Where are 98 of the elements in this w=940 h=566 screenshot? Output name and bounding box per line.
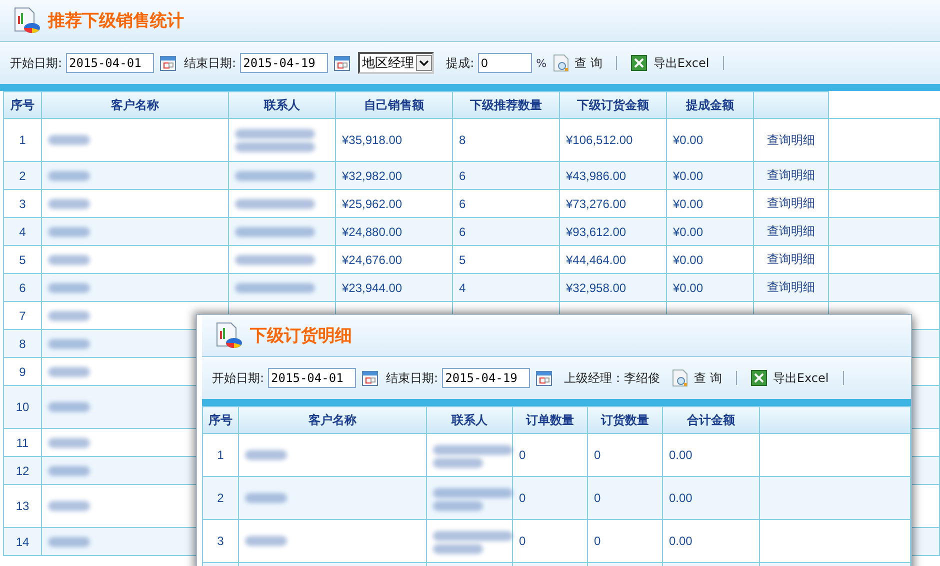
table-cell: ¥0.00 — [673, 168, 704, 182]
table-cell: 2 — [202, 476, 238, 520]
blurred-contact — [433, 544, 483, 554]
calendar-icon[interactable] — [334, 55, 350, 71]
column-header: 提成金额 — [666, 92, 754, 118]
blurred-name — [48, 536, 90, 546]
table-cell: 4 — [459, 280, 466, 294]
blurred-name — [48, 338, 90, 348]
table-cell: ¥0.00 — [673, 224, 704, 238]
table-cell: ¥0.00 — [673, 133, 704, 147]
table-cell: ¥93,612.00 — [566, 224, 626, 238]
start-date-label: 开始日期: — [212, 370, 264, 386]
calendar-icon[interactable] — [536, 370, 552, 386]
manager-label: 上级经理：李绍俊 — [564, 370, 660, 386]
blurred-name — [48, 310, 90, 320]
column-header: 下级推荐数量 — [452, 92, 560, 118]
column-header: 下级订货金额 — [560, 92, 666, 118]
blurred-name — [48, 170, 90, 180]
blurred-name — [245, 450, 287, 460]
column-header: 客户名称 — [42, 92, 228, 118]
percent-sign: % — [536, 56, 547, 70]
chart-document-icon — [12, 6, 42, 36]
blurred-name — [48, 466, 90, 476]
table-cell: 6 — [459, 168, 466, 182]
table-cell: 5 — [459, 252, 466, 266]
table-cell: ¥23,944.00 — [342, 280, 402, 294]
table-cell: ¥0.00 — [673, 280, 704, 294]
table-cell: 14 — [4, 528, 42, 556]
end-date-label: 结束日期: — [386, 370, 438, 386]
column-header: 订单数量 — [512, 406, 588, 434]
search-icon[interactable] — [552, 54, 569, 72]
table-cell: ¥35,918.00 — [342, 133, 402, 147]
table-cell: 4 — [4, 218, 42, 246]
table-cell: 0 — [512, 476, 588, 520]
table-cell: ¥32,982.00 — [342, 168, 402, 182]
dialog-title: 下级订货明细 — [250, 325, 352, 347]
blurred-name — [48, 501, 90, 511]
table-cell: ¥106,512.00 — [566, 133, 633, 147]
spreadsheet-icon[interactable] — [631, 55, 648, 71]
table-cell: 10 — [4, 386, 42, 428]
table-cell: 6 — [4, 274, 42, 302]
column-header: 客户名称 — [238, 406, 426, 434]
search-icon[interactable] — [672, 369, 688, 387]
start-date-field[interactable]: 2015-04-01 — [268, 368, 356, 388]
calendar-icon[interactable] — [160, 55, 176, 71]
column-header: 序号 — [4, 92, 42, 118]
table-cell: 8 — [459, 133, 466, 147]
blurred-name — [48, 198, 90, 208]
table-cell: 0 — [588, 476, 662, 520]
query-button[interactable]: 查 询 — [572, 54, 604, 72]
export-excel-button[interactable]: 导出Excel — [770, 370, 831, 386]
table-cell: ¥44,464.00 — [566, 252, 626, 266]
end-date-label: 结束日期: — [184, 54, 236, 72]
table-cell: 6 — [459, 196, 466, 210]
blurred-name — [48, 254, 90, 264]
export-excel-button[interactable]: 导出Excel — [651, 54, 712, 72]
table-cell: ¥73,276.00 — [566, 196, 626, 210]
table-cell: ¥24,676.00 — [342, 252, 402, 266]
table-cell: ¥24,880.00 — [342, 224, 402, 238]
role-dropdown[interactable]: 地区经理 — [358, 52, 434, 74]
column-header: 联系人 — [228, 92, 336, 118]
blurred-name — [48, 282, 90, 292]
start-date-label: 开始日期: — [10, 54, 62, 72]
spreadsheet-icon[interactable] — [750, 370, 767, 386]
table-cell: 8 — [4, 330, 42, 358]
column-header: 联系人 — [426, 406, 512, 434]
column-header: 订货数量 — [588, 406, 662, 434]
blurred-name — [48, 402, 90, 412]
commission-label: 提成: — [446, 54, 474, 72]
page-title: 推荐下级销售统计 — [48, 10, 184, 32]
blurred-name — [48, 366, 90, 376]
table-cell: ¥0.00 — [673, 196, 704, 210]
blurred-name — [48, 438, 90, 448]
table-cell: 2 — [4, 162, 42, 190]
blurred-name — [245, 493, 287, 503]
calendar-icon[interactable] — [362, 370, 378, 386]
end-date-field[interactable]: 2015-04-19 — [240, 53, 328, 73]
query-button[interactable]: 查 询 — [692, 370, 724, 386]
table-cell: ¥25,962.00 — [342, 196, 402, 210]
table-cell: 12 — [4, 456, 42, 484]
table-cell: ¥32,958.00 — [566, 280, 626, 294]
table-cell: ¥0.00 — [673, 252, 704, 266]
commission-field[interactable]: 0 — [478, 53, 532, 73]
end-date-field[interactable]: 2015-04-19 — [442, 368, 530, 388]
blurred-contact — [433, 501, 483, 511]
chart-document-icon — [214, 320, 244, 350]
table-cell: 6 — [459, 224, 466, 238]
blurred-name — [48, 135, 90, 145]
blurred-contact — [433, 458, 483, 468]
table-cell: 0.00 — [662, 476, 760, 520]
table-cell: ¥43,986.00 — [566, 168, 626, 182]
column-header: 序号 — [202, 406, 238, 434]
blurred-name — [245, 536, 287, 546]
caret-icon[interactable] — [416, 55, 432, 71]
blurred-name — [48, 226, 90, 236]
column-header: 合计金额 — [662, 406, 760, 434]
start-date-field[interactable]: 2015-04-01 — [66, 53, 154, 73]
column-header: 自己销售额 — [336, 92, 452, 118]
